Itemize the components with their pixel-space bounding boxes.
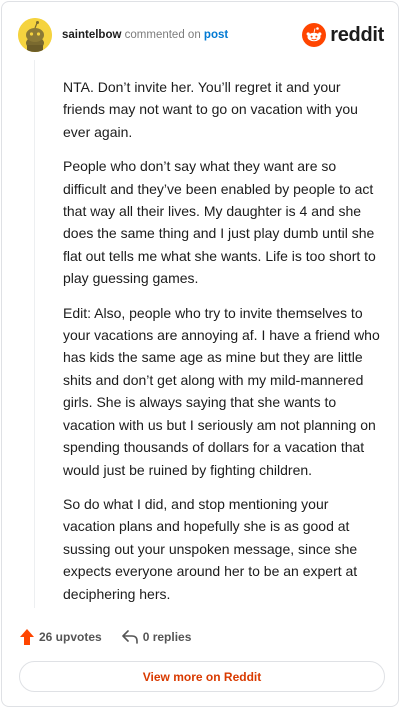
upvote-count: 26 upvotes [39,630,102,644]
reddit-brand[interactable]: reddit [302,22,384,48]
comment-header: saintelbow commented on post reddit [18,18,384,52]
reply-arrow-icon [121,630,138,644]
replies-button[interactable]: 0 replies [121,630,192,644]
reddit-wordmark: reddit [330,23,384,46]
post-link[interactable]: post [204,29,228,41]
comment-paragraph: Edit: Also, people who try to invite the… [63,304,380,478]
reply-count: 0 replies [142,630,192,644]
comment-paragraph: NTA. Don’t invite her. You’ll regret it … [63,79,358,140]
thread-line [34,60,35,608]
upvote-arrow-icon [20,629,34,645]
comment-actions: 26 upvotes 0 replies [20,626,211,648]
username-link[interactable]: saintelbow [62,29,121,41]
embedded-comment-card: saintelbow commented on post reddit NTA.… [1,1,399,707]
comment-paragraph: So do what I did, and stop mentioning yo… [63,495,358,602]
comment-byline: saintelbow commented on post [62,27,228,43]
user-avatar-icon[interactable] [18,18,52,52]
comment-paragraph: People who don’t say what they want are … [63,158,376,287]
upvote-button[interactable]: 26 upvotes [20,629,102,645]
byline-action-text: commented on [124,29,201,41]
view-more-label: View more on Reddit [142,669,262,684]
view-more-button[interactable]: View more on Reddit [19,661,385,692]
comment-body: NTA. Don’t invite her. You’ll regret it … [63,76,381,617]
reddit-logo-icon [302,23,327,47]
